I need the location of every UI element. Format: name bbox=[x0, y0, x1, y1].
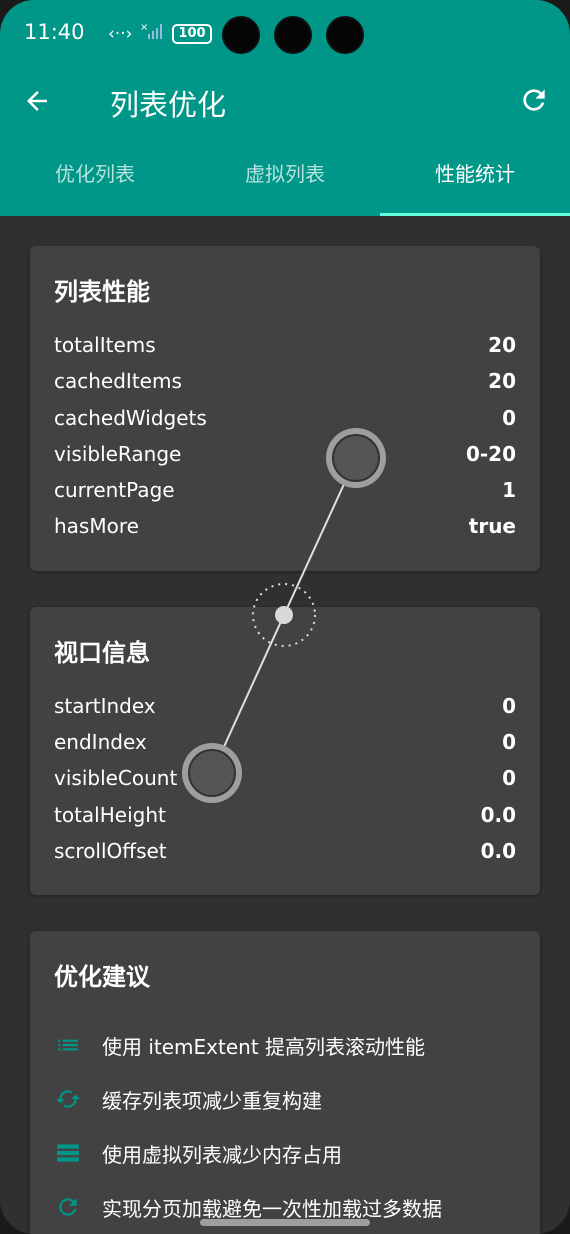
suggestion-text: 缓存列表项减少重复构建 bbox=[102, 1088, 322, 1113]
viewport-row: startIndex 0 bbox=[54, 694, 516, 730]
stat-value: true bbox=[468, 514, 516, 539]
viewport-card-title: 视口信息 bbox=[54, 638, 150, 667]
stat-key: cachedItems bbox=[54, 369, 182, 394]
stat-value: 20 bbox=[488, 333, 516, 357]
viewport-value: 0.0 bbox=[480, 802, 516, 827]
refresh-icon bbox=[523, 89, 545, 111]
data-transfer-icon: ‹··› bbox=[108, 23, 133, 44]
stat-value: 20 bbox=[488, 369, 516, 394]
svg-text:×: × bbox=[140, 22, 148, 33]
stat-value: 0-20 bbox=[465, 441, 516, 466]
viewport-key: scrollOffset bbox=[54, 838, 167, 863]
suggestion-item: 使用 itemExtent 提高列表滚动性能 bbox=[54, 1018, 516, 1072]
suggestion-text: 使用 itemExtent 提高列表滚动性能 bbox=[102, 1034, 426, 1059]
app-bar: 11:40 ‹··› × 100 列表优化 优化列表 虚拟列表 性能统计 bbox=[0, 0, 570, 216]
storage-icon bbox=[54, 1139, 82, 1167]
tab-bar: 优化列表 虚拟列表 性能统计 bbox=[0, 134, 570, 216]
refresh-button[interactable] bbox=[518, 84, 552, 118]
battery-icon: 100 bbox=[172, 23, 212, 44]
performance-card: 列表性能 totalItems 20 cachedItems 20 cachedWi… bbox=[30, 246, 540, 571]
suggestion-item: 缓存列表项减少重复构建 bbox=[54, 1072, 516, 1126]
stat-row: hasMore true bbox=[54, 514, 516, 550]
viewport-card: 视口信息 startIndex 0 endIndex 0 visibleCount 0… bbox=[30, 606, 540, 896]
tab-virtual-list[interactable]: 虚拟列表 bbox=[190, 134, 380, 216]
suggestion-text: 使用虚拟列表减少内存占用 bbox=[102, 1142, 342, 1167]
toolbar: 列表优化 bbox=[0, 70, 570, 134]
status-bar: 11:40 ‹··› × 100 bbox=[0, 0, 570, 70]
back-button[interactable] bbox=[22, 86, 62, 118]
status-time: 11:40 bbox=[24, 20, 85, 44]
viewport-value: 0.0 bbox=[480, 838, 516, 863]
stat-row: currentPage 1 bbox=[54, 478, 516, 514]
cached-icon bbox=[54, 1085, 82, 1113]
stat-key: cachedWidgets bbox=[54, 405, 207, 430]
viewport-key: totalHeight bbox=[54, 802, 166, 827]
phone-screen: 11:40 ‹··› × 100 列表优化 优化列表 虚拟列表 性能统计 列表性… bbox=[0, 0, 570, 1234]
viewport-value: 0 bbox=[502, 730, 516, 755]
stat-key: visibleRange bbox=[54, 441, 182, 466]
viewport-row: endIndex 0 bbox=[54, 730, 516, 766]
stat-row: cachedItems 20 bbox=[54, 369, 516, 405]
arrow-back-icon bbox=[27, 91, 47, 111]
stat-value: 0 bbox=[502, 405, 516, 430]
stat-row: cachedWidgets 0 bbox=[54, 406, 516, 442]
suggestions-card: 优化建议 使用 itemExtent 提高列表滚动性能 缓存列表项减少重复构建 … bbox=[30, 931, 540, 1234]
tab-optimized-list[interactable]: 优化列表 bbox=[0, 134, 190, 216]
signal-icon: × bbox=[140, 22, 164, 45]
viewport-key: visibleCount bbox=[54, 766, 178, 791]
status-icons: ‹··› × 100 bbox=[108, 22, 212, 45]
viewport-key: endIndex bbox=[54, 730, 147, 755]
stats-content[interactable]: 列表性能 totalItems 20 cachedItems 20 cachedWi… bbox=[0, 216, 570, 1234]
stat-row: visibleRange 0-20 bbox=[54, 442, 516, 478]
list-icon bbox=[54, 1031, 82, 1059]
performance-card-title: 列表性能 bbox=[54, 278, 150, 306]
viewport-row: visibleCount 0 bbox=[54, 766, 516, 802]
stat-key: hasMore bbox=[54, 514, 139, 539]
home-indicator[interactable] bbox=[200, 1219, 370, 1226]
stat-key: totalItems bbox=[54, 333, 156, 357]
suggestion-item: 使用虚拟列表减少内存占用 bbox=[54, 1126, 516, 1180]
refresh-icon bbox=[54, 1193, 82, 1221]
viewport-key: startIndex bbox=[54, 693, 156, 718]
suggestion-text: 实现分页加载避免一次性加载过多数据 bbox=[102, 1196, 442, 1221]
viewport-row: scrollOffset 0.0 bbox=[54, 839, 516, 875]
viewport-value: 0 bbox=[502, 693, 516, 718]
stat-key: currentPage bbox=[54, 478, 175, 503]
stat-row: totalItems 20 bbox=[54, 333, 516, 369]
camera-cutout bbox=[222, 16, 364, 54]
viewport-value: 0 bbox=[502, 766, 516, 791]
viewport-row: totalHeight 0.0 bbox=[54, 803, 516, 839]
stat-value: 1 bbox=[502, 478, 516, 503]
tab-performance-stats[interactable]: 性能统计 bbox=[380, 134, 570, 216]
page-title: 列表优化 bbox=[110, 88, 227, 122]
suggestions-card-title: 优化建议 bbox=[54, 963, 150, 992]
